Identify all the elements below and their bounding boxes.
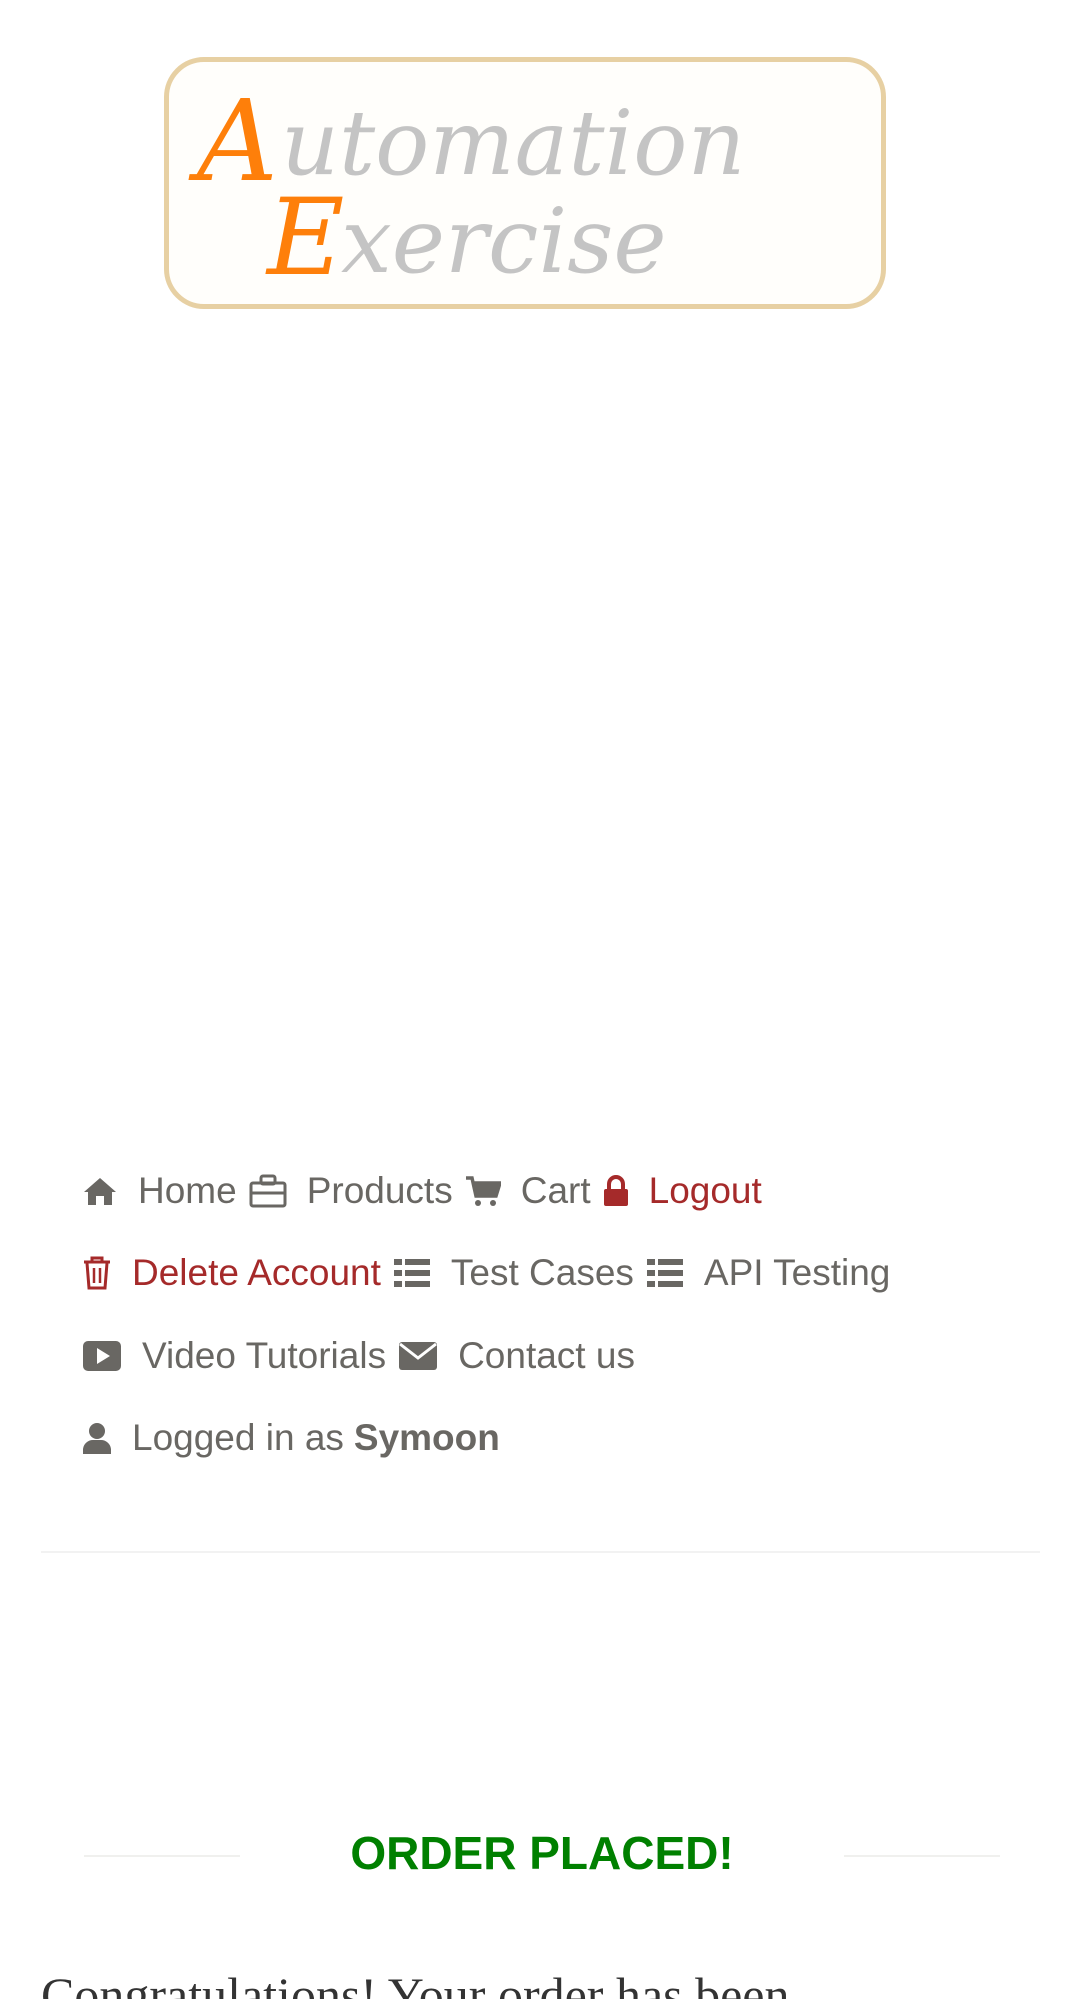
nav-delete-account[interactable]: Delete Account xyxy=(82,1252,381,1294)
nav-row-4: Logged in as Symoon xyxy=(82,1417,500,1459)
logo-initial-e: E xyxy=(265,176,344,299)
logo-word-automation: utomation xyxy=(281,91,745,196)
briefcase-icon xyxy=(249,1174,287,1208)
nav-products-label: Products xyxy=(306,1170,453,1211)
shopping-cart-icon xyxy=(465,1175,501,1207)
site-logo-link[interactable]: A utomation E xercise xyxy=(164,57,886,309)
nav-video-tutorials[interactable]: Video Tutorials xyxy=(82,1335,386,1377)
order-title-section: ORDER PLACED! xyxy=(82,1820,1002,1890)
lock-icon xyxy=(603,1175,629,1207)
nav-test-cases-label: Test Cases xyxy=(450,1252,634,1293)
header-divider xyxy=(41,1551,1040,1553)
nav-home[interactable]: Home xyxy=(82,1170,237,1212)
site-logo: A utomation E xercise xyxy=(164,57,886,309)
page: A utomation E xercise Home Products Cart… xyxy=(0,0,1081,1999)
logged-in-prefix: Logged in as xyxy=(132,1417,344,1458)
logged-in-username: Symoon xyxy=(353,1417,500,1458)
nav-cart[interactable]: Cart xyxy=(465,1170,591,1212)
nav-home-label: Home xyxy=(138,1170,237,1211)
nav-contact-us-label: Contact us xyxy=(458,1335,635,1376)
envelope-icon xyxy=(398,1341,438,1371)
logo-word-exercise: xercise xyxy=(341,189,667,294)
nav-logout-label: Logout xyxy=(648,1170,762,1211)
youtube-play-icon xyxy=(82,1340,122,1372)
title-divider-right xyxy=(844,1855,1000,1857)
list-icon xyxy=(393,1258,431,1288)
nav-api-testing-label: API Testing xyxy=(703,1252,891,1293)
home-icon xyxy=(82,1176,118,1206)
nav-logout[interactable]: Logout xyxy=(603,1170,762,1212)
nav-video-tutorials-label: Video Tutorials xyxy=(142,1335,387,1376)
nav-row-3: Video Tutorials Contact us xyxy=(82,1335,635,1377)
trash-icon xyxy=(82,1256,112,1290)
logged-in-status: Logged in as Symoon xyxy=(82,1417,500,1459)
logo-wordmark: A utomation E xercise xyxy=(188,77,745,299)
nav-cart-label: Cart xyxy=(520,1170,591,1211)
user-icon xyxy=(82,1422,112,1454)
nav-contact-us[interactable]: Contact us xyxy=(398,1335,635,1377)
nav-row-1: Home Products Cart Logout xyxy=(82,1170,762,1212)
nav-row-2: Delete Account Test Cases API Testing xyxy=(82,1252,890,1294)
order-placed-title: ORDER PLACED! xyxy=(350,1827,734,1879)
nav-delete-account-label: Delete Account xyxy=(132,1252,381,1293)
nav-test-cases[interactable]: Test Cases xyxy=(393,1252,634,1294)
order-confirmation-message: Congratulations! Your order has been xyxy=(41,1967,790,1999)
list-icon xyxy=(646,1258,684,1288)
logo-initial-a: A xyxy=(188,77,278,207)
nav-api-testing[interactable]: API Testing xyxy=(646,1252,890,1294)
nav-products[interactable]: Products xyxy=(249,1170,453,1212)
